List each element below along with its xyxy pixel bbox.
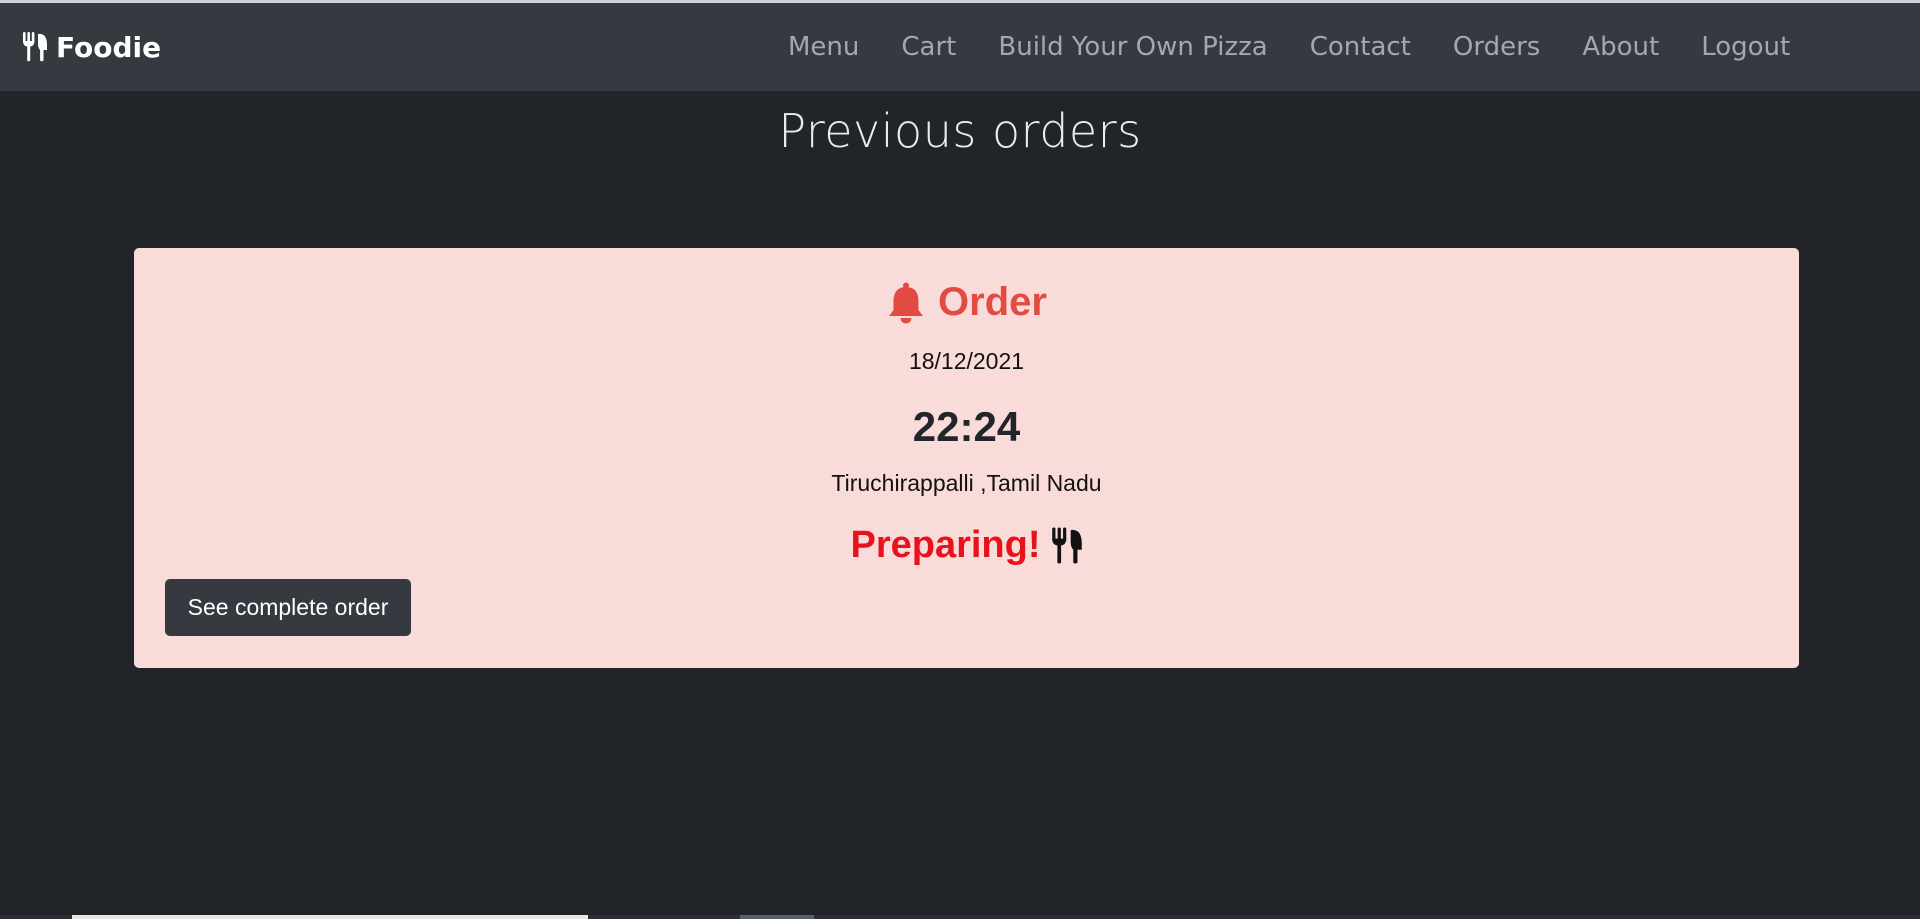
nav-link-about[interactable]: About xyxy=(1582,32,1659,62)
utensils-icon xyxy=(1051,527,1083,565)
bell-icon xyxy=(886,282,926,324)
brand-name: Foodie xyxy=(56,30,162,64)
nav-link-menu[interactable]: Menu xyxy=(788,32,859,62)
nav-link-contact[interactable]: Contact xyxy=(1310,32,1411,62)
scrollbar-thumb[interactable] xyxy=(72,915,588,919)
nav-link-logout[interactable]: Logout xyxy=(1701,32,1790,62)
order-heading: Order xyxy=(134,280,1799,325)
scrollbar-segment xyxy=(740,915,814,919)
utensils-icon xyxy=(22,32,48,62)
brand-link[interactable]: Foodie xyxy=(22,29,161,65)
order-status-label: Preparing! xyxy=(850,524,1041,566)
see-complete-order-button[interactable]: See complete order xyxy=(165,579,411,636)
nav-links: Menu Cart Build Your Own Pizza Contact O… xyxy=(788,3,1832,91)
order-time: 22:24 xyxy=(912,403,1021,450)
order-date: 18/12/2021 xyxy=(908,348,1025,374)
order-heading-label: Order xyxy=(938,280,1047,324)
page-title: Previous orders xyxy=(778,104,1142,158)
nav-link-orders[interactable]: Orders xyxy=(1453,32,1540,62)
nav-link-build-your-own-pizza[interactable]: Build Your Own Pizza xyxy=(998,32,1267,62)
nav-link-cart[interactable]: Cart xyxy=(901,32,956,62)
order-address: Tiruchirappalli ,Tamil Nadu xyxy=(831,470,1102,496)
horizontal-scrollbar[interactable] xyxy=(0,915,1920,919)
order-status: Preparing! xyxy=(134,524,1799,567)
order-card: Order 18/12/2021 22:24 Tiruchirappalli ,… xyxy=(134,248,1799,668)
navbar: Foodie Menu Cart Build Your Own Pizza Co… xyxy=(0,3,1920,91)
